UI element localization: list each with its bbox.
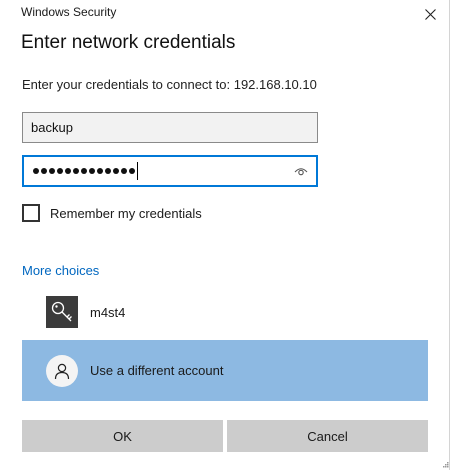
password-dot (33, 168, 39, 174)
password-dot (49, 168, 55, 174)
dialog-subtitle: Enter your credentials to connect to: 19… (22, 77, 317, 92)
password-mask (33, 168, 135, 174)
more-choices-link[interactable]: More choices (22, 263, 99, 278)
use-different-account-option[interactable]: Use a different account (22, 340, 428, 401)
close-button[interactable] (410, 0, 450, 28)
account-name: m4st4 (90, 304, 126, 320)
ok-button[interactable]: OK (22, 420, 223, 452)
password-dot (57, 168, 63, 174)
credentials-dialog: Windows Security Enter network credentia… (0, 0, 450, 470)
key-icon (46, 296, 78, 328)
window-title: Windows Security (21, 5, 117, 19)
password-dot (73, 168, 79, 174)
password-dot (81, 168, 87, 174)
text-caret (137, 162, 138, 180)
cancel-button[interactable]: Cancel (227, 420, 428, 452)
password-dot (105, 168, 111, 174)
password-dot (97, 168, 103, 174)
eye-icon[interactable] (294, 165, 308, 177)
remember-label: Remember my credentials (50, 205, 202, 221)
password-dot (121, 168, 127, 174)
close-icon (424, 8, 436, 20)
account-option-m4st4[interactable]: m4st4 (22, 294, 428, 330)
user-icon (46, 354, 78, 387)
resize-grip-icon[interactable] (443, 462, 449, 468)
remember-credentials-row[interactable]: Remember my credentials (22, 204, 202, 222)
different-account-label: Use a different account (90, 363, 224, 378)
password-dot (113, 168, 119, 174)
dialog-heading: Enter network credentials (21, 32, 236, 53)
password-dot (89, 168, 95, 174)
password-field[interactable] (22, 155, 318, 187)
password-dot (65, 168, 71, 174)
remember-checkbox[interactable] (22, 204, 40, 222)
password-dot (129, 168, 135, 174)
username-field[interactable]: backup (22, 112, 318, 143)
password-dot (41, 168, 47, 174)
